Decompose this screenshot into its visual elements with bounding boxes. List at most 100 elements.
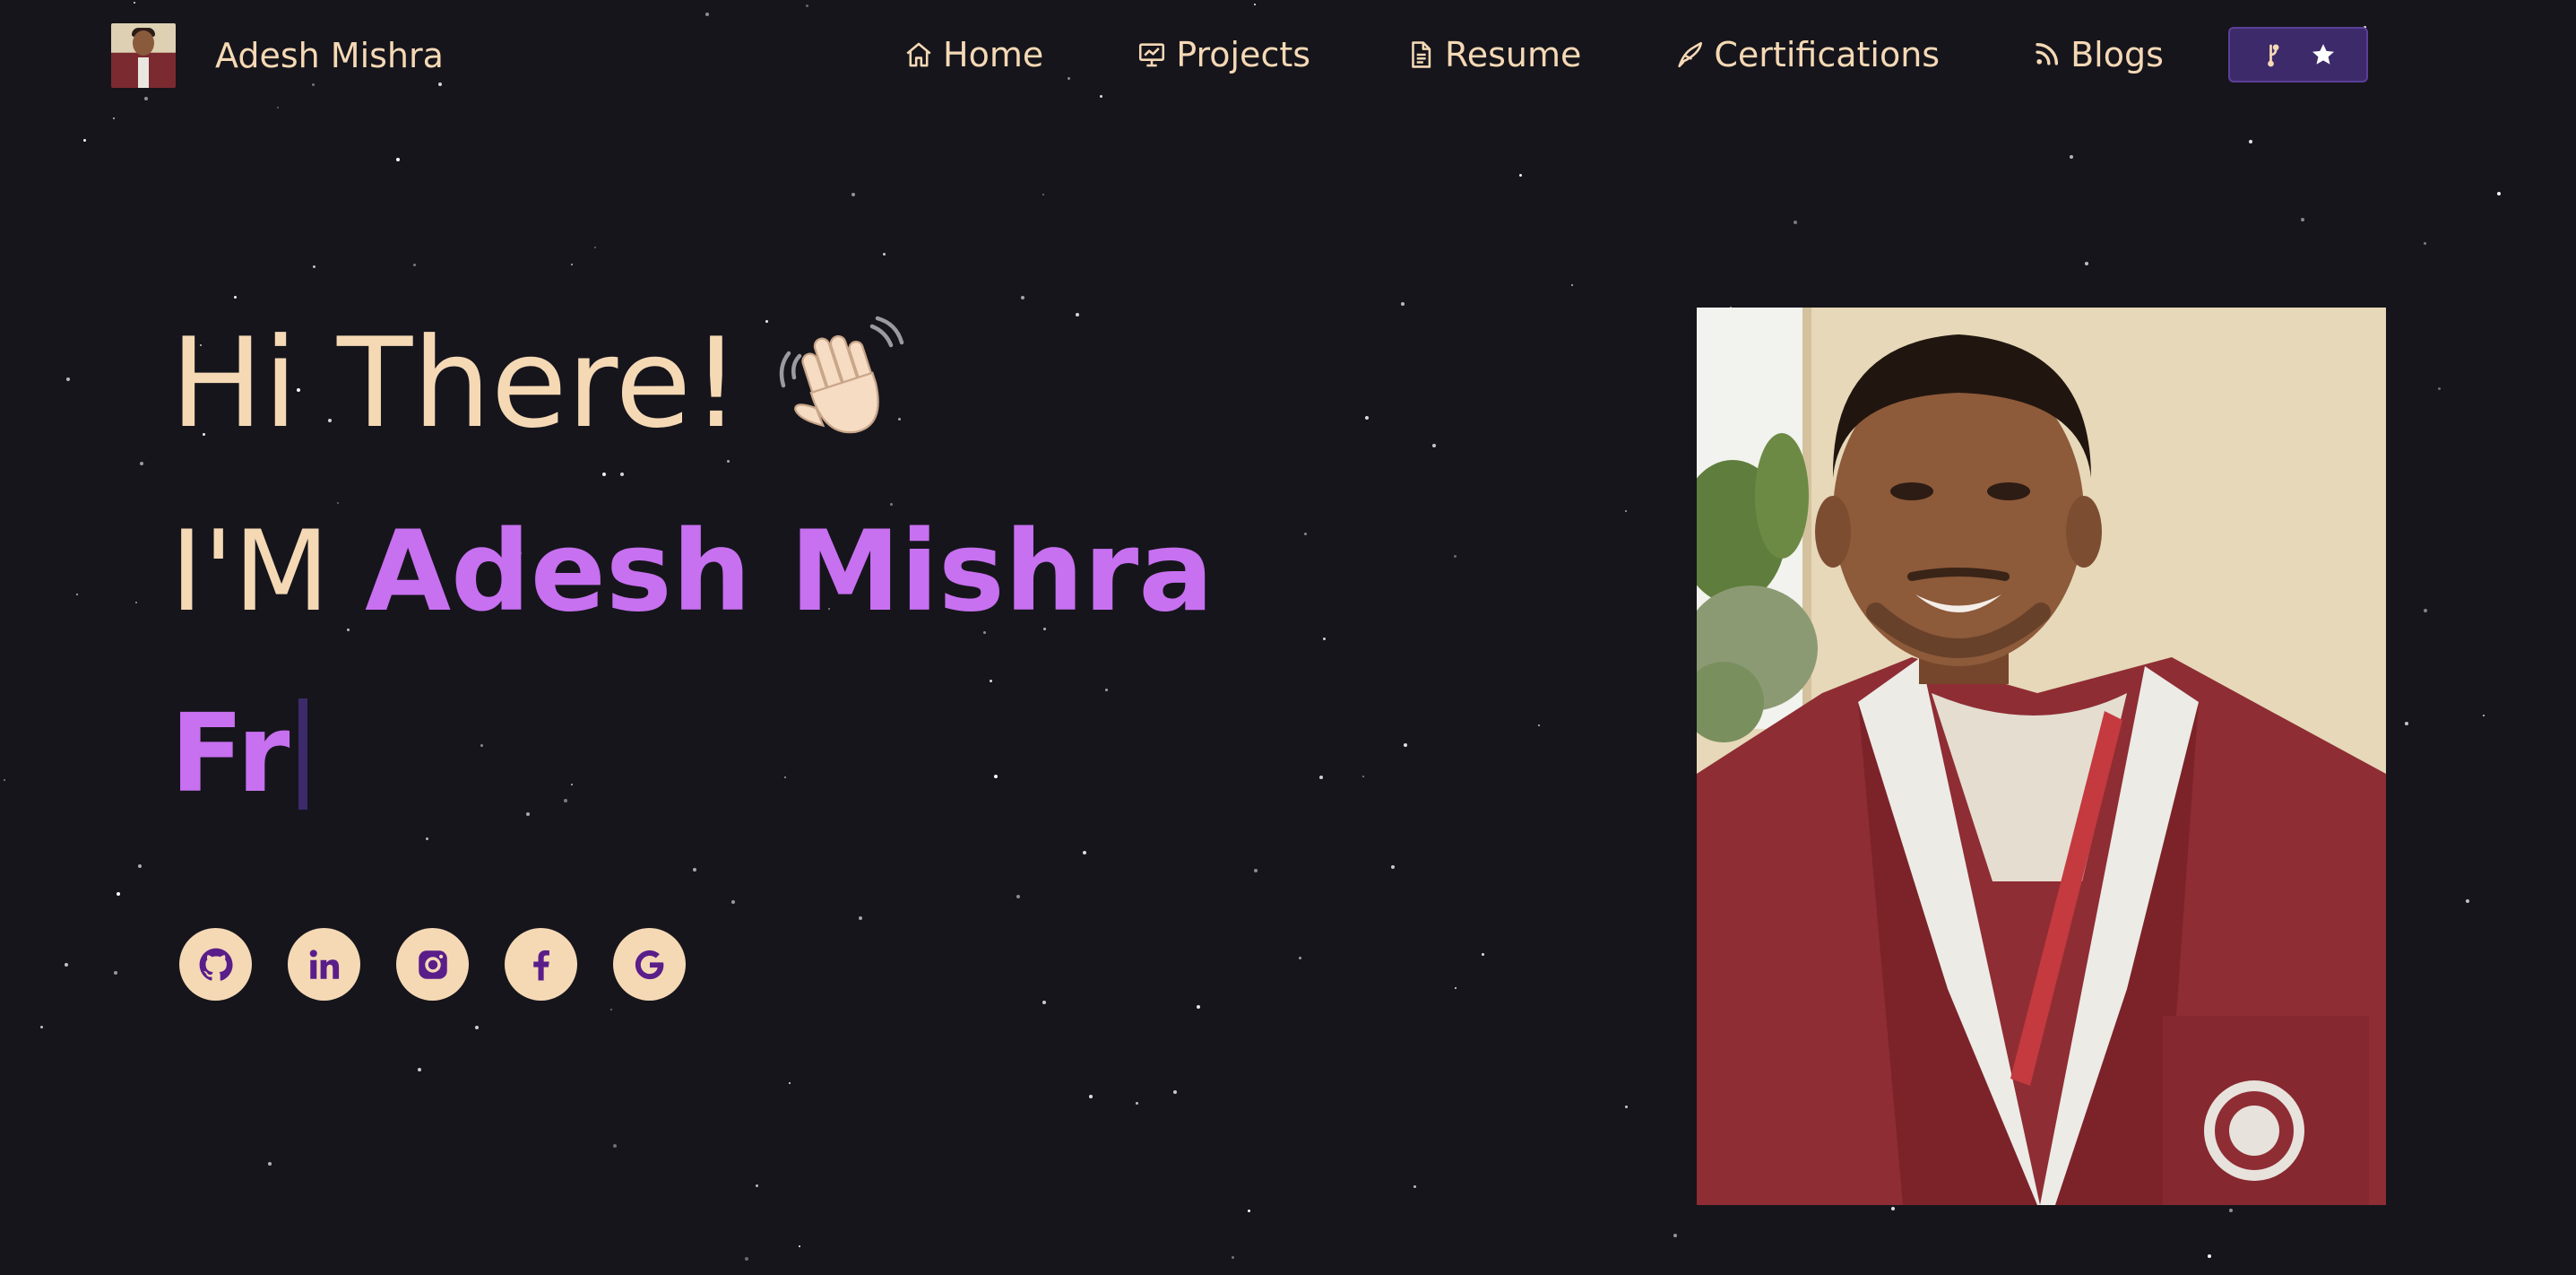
star <box>859 916 862 920</box>
typewriter: Fr <box>170 692 308 817</box>
star <box>890 503 893 506</box>
star <box>1482 953 1484 956</box>
star <box>313 265 316 268</box>
star <box>2466 899 2469 903</box>
star <box>2438 387 2441 390</box>
nav-resume[interactable]: Resume <box>1405 35 1581 74</box>
star <box>789 1082 791 1084</box>
star <box>610 1009 612 1010</box>
star <box>117 892 120 896</box>
star <box>613 1144 617 1148</box>
brand[interactable]: Adesh Mishra <box>111 23 444 88</box>
star <box>731 900 735 904</box>
star <box>1571 284 1573 286</box>
nav-certifications-label: Certifications <box>1714 35 1941 74</box>
star <box>727 460 730 463</box>
name-prefix: I'M <box>170 507 330 637</box>
google-icon <box>635 950 663 979</box>
social-instagram[interactable] <box>396 928 469 1001</box>
star <box>851 193 855 196</box>
star <box>1248 1210 1250 1212</box>
github-fork-star-button[interactable] <box>2227 27 2368 82</box>
brand-name[interactable]: Adesh Mishra <box>215 36 444 75</box>
waving-hand-icon <box>779 316 903 434</box>
star <box>2229 1209 2233 1212</box>
star <box>1197 1005 1200 1009</box>
home-icon <box>906 42 931 67</box>
star <box>1891 1207 1895 1210</box>
star-icon <box>2312 44 2334 65</box>
navbar: Adesh Mishra Home Projects Resume Certif… <box>0 0 2576 117</box>
linkedin-icon <box>309 949 339 979</box>
star <box>66 377 70 381</box>
star <box>1254 869 1258 872</box>
star <box>1625 1106 1628 1108</box>
typewriter-cursor <box>298 698 308 810</box>
social-google[interactable] <box>613 928 686 1001</box>
nav-projects[interactable]: Projects <box>1137 35 1310 74</box>
document-icon <box>1412 41 1431 68</box>
star <box>1304 533 1307 535</box>
profile-photo <box>1697 308 2386 1205</box>
star <box>2497 192 2501 195</box>
nav-resume-label: Resume <box>1445 35 1582 74</box>
presentation-icon <box>1139 43 1165 67</box>
star <box>1083 851 1086 854</box>
fork-icon <box>2268 44 2279 67</box>
star <box>1173 1090 1177 1094</box>
star <box>1413 1185 1416 1188</box>
nav-blogs[interactable]: Blogs <box>2031 35 2164 74</box>
star <box>138 864 142 868</box>
star <box>1323 638 1326 640</box>
social-linkedin[interactable] <box>288 928 360 1001</box>
star <box>83 139 86 142</box>
profile-photo-illustration <box>1697 308 2386 1205</box>
nav-certifications[interactable]: Certifications <box>1674 35 1940 74</box>
hero-name-line: I'M Adesh Mishra <box>170 507 1214 637</box>
social-facebook[interactable] <box>505 928 577 1001</box>
star <box>76 594 78 595</box>
brand-logo-avatar[interactable] <box>111 23 176 88</box>
star <box>594 247 596 248</box>
star <box>883 253 886 256</box>
star <box>1538 724 1540 726</box>
star <box>756 1184 758 1187</box>
quill-icon <box>1678 41 1703 68</box>
nav-home[interactable]: Home <box>903 35 1043 74</box>
star <box>413 264 416 266</box>
star <box>140 462 143 465</box>
star <box>2424 242 2426 245</box>
star <box>2249 140 2252 143</box>
nav-blogs-label: Blogs <box>2070 35 2164 74</box>
hero-greeting: Hi There! <box>170 311 910 455</box>
star <box>1089 1095 1093 1098</box>
star <box>1519 174 1522 177</box>
star <box>65 963 68 967</box>
star <box>2208 1254 2211 1258</box>
github-icon <box>199 948 233 981</box>
star <box>113 117 115 119</box>
star <box>1299 957 1301 959</box>
hero-name: Adesh Mishra <box>365 507 1214 637</box>
star <box>1076 313 1079 317</box>
nav-home-label: Home <box>943 35 1044 74</box>
social-github[interactable] <box>179 928 252 1001</box>
star <box>475 1026 479 1029</box>
star <box>1404 743 1407 747</box>
star <box>571 784 573 785</box>
star <box>234 296 237 299</box>
star <box>2085 262 2088 265</box>
instagram-icon <box>418 950 447 979</box>
greeting-text: Hi There! <box>170 310 741 455</box>
star <box>745 1257 748 1261</box>
star <box>994 775 998 778</box>
star <box>1365 416 1369 420</box>
star <box>396 158 400 161</box>
star <box>1136 1102 1138 1105</box>
nav-links: Home Projects Resume Certifications Blog… <box>903 27 2368 82</box>
star <box>1401 302 1405 306</box>
star <box>1016 895 1020 898</box>
star <box>2483 715 2485 716</box>
star <box>602 473 606 476</box>
star <box>418 1068 421 1071</box>
